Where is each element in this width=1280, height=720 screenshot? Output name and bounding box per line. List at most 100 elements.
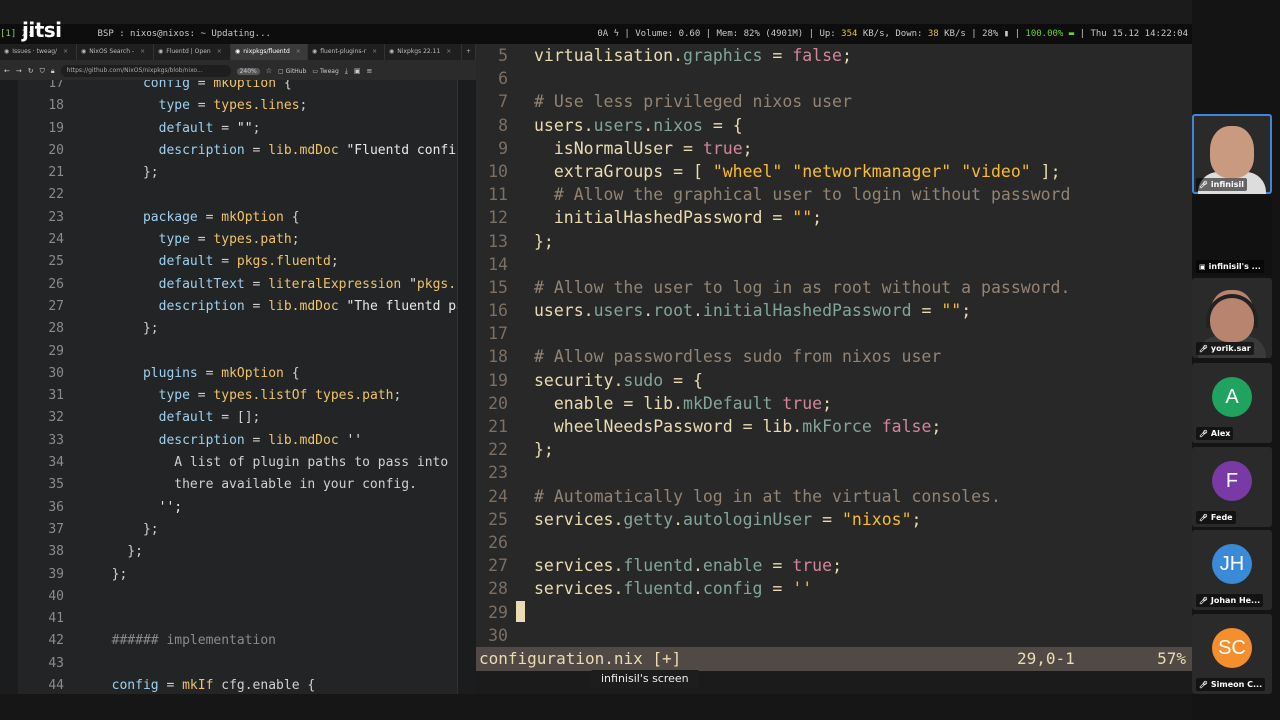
code-text: # Automatically log in at the virtual co… [534, 486, 1001, 506]
code-text: default = []; [158, 410, 261, 426]
participant-tile[interactable]: 🎤︎ infinisil [1192, 114, 1272, 194]
close-icon[interactable]: × [63, 44, 68, 60]
close-icon[interactable]: × [296, 44, 301, 60]
line-number[interactable]: 32 [24, 407, 64, 429]
line-number[interactable]: 28 [24, 318, 64, 340]
browser-tab[interactable]: ◉ nixpkgs/fluentd × [231, 44, 308, 60]
participant-tile[interactable]: SC 🎤︎ Simeon C... [1192, 614, 1272, 694]
code-text: default = pkgs.fluentd; [158, 254, 339, 270]
close-icon[interactable]: × [217, 44, 222, 60]
code-text: services.getty.autologinUser = "nixos"; [534, 509, 922, 529]
line-number[interactable]: 33 [24, 430, 64, 452]
editor-line: 13}; [476, 230, 1070, 253]
code-text: extraGroups = [ "wheel" "networkmanager"… [534, 161, 1061, 181]
editor-line: 11 # Allow the graphical user to login w… [476, 183, 1070, 206]
editor-line: 19 security.sudo = { [476, 369, 1070, 392]
line-number[interactable]: 34 [24, 452, 64, 474]
tab-label: Nixpkgs 22.11 [397, 48, 441, 55]
browser-tab[interactable]: ◉ Issues · tweag/ × [0, 44, 77, 60]
line-number[interactable]: 35 [24, 474, 64, 496]
participant-tile[interactable]: 🎤︎ yorik.sar [1192, 278, 1272, 358]
line-number[interactable]: 36 [24, 497, 64, 519]
participant-tile[interactable]: A 🎤︎ Alex [1192, 363, 1272, 443]
menu-icon[interactable]: ≡ [367, 67, 373, 75]
bookmark-star-icon[interactable]: ☆ [266, 67, 272, 75]
participant-tile[interactable]: JH 🎤︎ Johan He... [1192, 530, 1272, 610]
line-number[interactable]: 24 [24, 229, 64, 251]
line-number[interactable]: 29 [24, 341, 64, 363]
line-number[interactable]: 23 [24, 207, 64, 229]
tab-label: NixOS Search - [89, 48, 135, 55]
shield-icon[interactable]: ⛉ [40, 67, 45, 76]
line-number: 5 [498, 46, 508, 65]
favicon-icon: ◉ [389, 48, 395, 55]
cursor-position: 29,0-1 [1017, 649, 1075, 668]
browser-tab[interactable]: ◉ fluent-plugins-r × [308, 44, 385, 60]
favicon-icon: ◉ [235, 48, 241, 55]
new-tab-button[interactable]: + [462, 44, 477, 60]
line-number[interactable]: 27 [24, 296, 64, 318]
vertical-scrollbar[interactable] [457, 80, 476, 694]
line-number[interactable]: 31 [24, 385, 64, 407]
code-text: ''; [158, 499, 183, 515]
code-text: virtualisation.graphics = false; [534, 46, 852, 65]
line-number[interactable]: 40 [24, 586, 64, 608]
line-number[interactable]: 42 [24, 630, 64, 652]
participant-tile[interactable]: F 🎤︎ Fede [1192, 447, 1272, 527]
line-number[interactable]: 18 [24, 95, 64, 117]
address-bar[interactable]: https://github.com/NixOS/nixpkgs/blob/ni… [60, 65, 231, 77]
line-number[interactable]: 41 [24, 608, 64, 630]
code-text: package = mkOption { [142, 209, 300, 225]
window-title: BSP : nixos@nixos: ~ Updating... [97, 29, 271, 39]
toolbar-area [0, 694, 1192, 720]
editor-line: 14 [476, 253, 1070, 276]
line-number[interactable]: 38 [24, 541, 64, 563]
code-text: }; [96, 165, 159, 181]
close-icon[interactable]: × [446, 44, 451, 60]
code-text: wheelNeedsPassword = lib.mkForce false; [534, 417, 942, 436]
line-number[interactable]: 25 [24, 251, 64, 273]
download-icon[interactable]: ⤓ [345, 67, 348, 76]
line-number[interactable]: 39 [24, 564, 64, 586]
tab-label: nixpkgs/fluentd [243, 48, 290, 55]
bookmark-github[interactable]: ▢ GitHub [278, 68, 306, 75]
zoom-level[interactable]: 240% [236, 67, 260, 75]
code-text: config = mkOption { [142, 80, 292, 91]
line-number: 28 [488, 579, 508, 599]
participant-filmstrip: 🎤︎ infinisil ▣ infinisil's ... 🎤︎ yorik.sar A 🎤… [1192, 0, 1280, 720]
participant-name: 🎤︎ Johan He... [1196, 594, 1264, 607]
browser-tab[interactable]: ◉ Fluentd | Open × [154, 44, 231, 60]
line-number[interactable]: 43 [24, 653, 64, 675]
editor-line: 26 [476, 531, 1070, 554]
code-text: enable = lib.mkDefault true; [534, 393, 833, 413]
code-line: 34 A list of plugin paths to pass into f [24, 452, 464, 474]
extension-icon[interactable]: ▣ [354, 67, 361, 75]
line-number[interactable]: 37 [24, 519, 64, 541]
vim-statusline: configuration.nix [+] 29,0-1 57% [476, 647, 1192, 671]
line-number[interactable]: 22 [24, 184, 64, 206]
participant-name-text: Alex [1210, 429, 1231, 438]
code-text: A list of plugin paths to pass into f [96, 455, 464, 471]
editor-line: 17 [476, 322, 1070, 345]
line-number[interactable]: 26 [24, 274, 64, 296]
line-number[interactable]: 20 [24, 140, 64, 162]
line-number[interactable]: 44 [24, 675, 64, 694]
reload-icon[interactable]: ↻ [28, 67, 34, 75]
close-icon[interactable]: × [140, 44, 145, 60]
line-number[interactable]: 21 [24, 162, 64, 184]
vim-editor[interactable]: 5 virtualisation.graphics = false; 6 7 # Use… [476, 44, 1192, 647]
bookmark-tweag[interactable]: ▭ Tweag [312, 68, 338, 75]
close-icon[interactable]: × [372, 44, 377, 60]
line-number[interactable]: 17 [24, 80, 64, 95]
line-number[interactable]: 19 [24, 118, 64, 140]
favicon-icon: ◉ [158, 48, 164, 55]
editor-line: 22}; [476, 438, 1070, 461]
forward-icon[interactable]: → [16, 67, 22, 75]
back-icon[interactable]: ← [4, 67, 10, 75]
browser-tab[interactable]: ◉ NixOS Search - × [77, 44, 154, 60]
browser-tab[interactable]: ◉ Nixpkgs 22.11 × [385, 44, 462, 60]
line-number[interactable]: 30 [24, 363, 64, 385]
editor-line: 18 # Allow passwordless sudo from nixos u… [476, 345, 1070, 368]
participant-tile[interactable]: ▣ infinisil's ... [1192, 196, 1272, 276]
line-number: 7 [498, 92, 508, 112]
